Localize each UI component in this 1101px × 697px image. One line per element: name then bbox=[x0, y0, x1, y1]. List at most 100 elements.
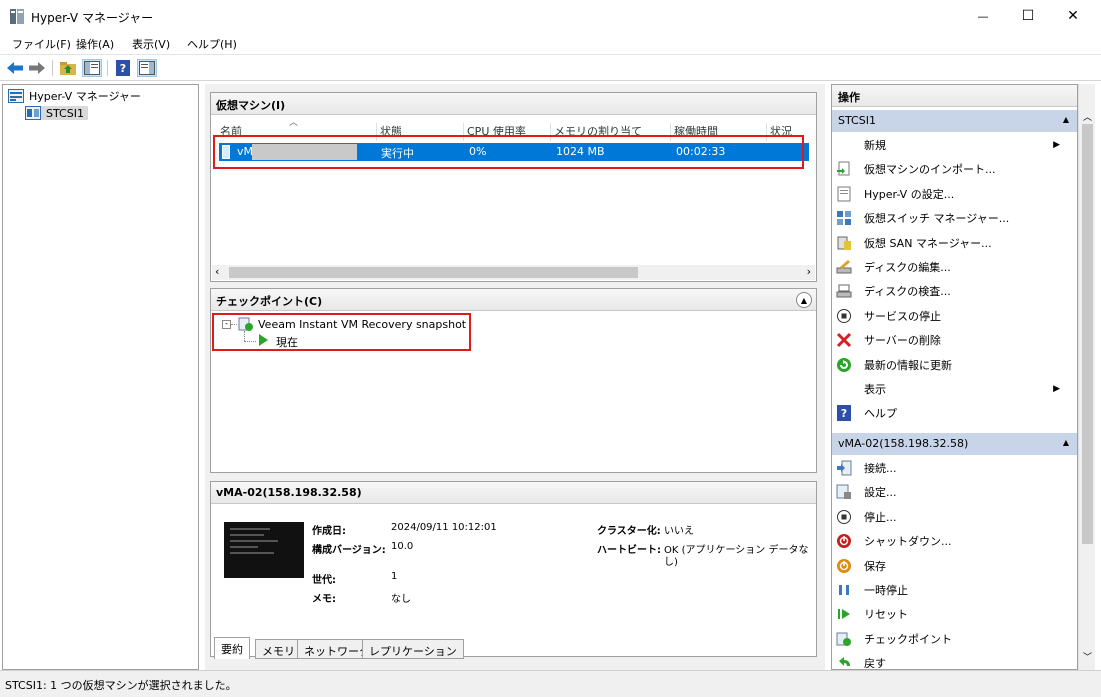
scroll-left-icon[interactable]: ‹ bbox=[215, 265, 219, 278]
shutdown-icon bbox=[836, 533, 852, 549]
show-hide-actions-icon[interactable] bbox=[137, 59, 157, 77]
status-bar: STCSI1: 1 つの仮想マシンが選択されました。 bbox=[0, 670, 1101, 697]
heartbeat-label: ハートビート: bbox=[597, 545, 661, 556]
save-icon bbox=[836, 558, 852, 574]
action-label: ディスクの検査... bbox=[864, 285, 951, 299]
action-server_items-6[interactable]: ディスクの検査... bbox=[836, 280, 1066, 302]
actions-title: 操作 bbox=[832, 85, 1077, 107]
action-label: 仮想マシンのインポート... bbox=[864, 163, 996, 177]
action-vm_items-7[interactable]: チェックポイント bbox=[836, 628, 1066, 650]
action-label: サービスの停止 bbox=[864, 309, 941, 323]
show-hide-tree-icon[interactable] bbox=[82, 59, 102, 77]
action-label: 新規 bbox=[864, 139, 886, 152]
actions-group-server[interactable]: STCSI1 ▲ bbox=[832, 110, 1077, 132]
close-button[interactable]: ✕ bbox=[1050, 0, 1096, 32]
inspect-disk-icon bbox=[836, 283, 852, 299]
action-label: 仮想 SAN マネージャー... bbox=[864, 236, 992, 250]
vm-settings-icon bbox=[836, 484, 852, 500]
tab-memory[interactable]: メモリ bbox=[255, 639, 302, 659]
server-icon bbox=[25, 106, 41, 120]
hyperv-app-icon bbox=[10, 9, 24, 24]
svg-text:?: ? bbox=[120, 62, 126, 75]
action-vm_items-0[interactable]: 接続... bbox=[836, 457, 1066, 479]
maximize-button[interactable]: ☐ bbox=[1005, 0, 1051, 32]
scroll-up-icon[interactable]: ︿ bbox=[1083, 110, 1092, 123]
collapse-group-icon[interactable]: ▲ bbox=[1063, 438, 1069, 447]
stop-icon bbox=[836, 308, 852, 324]
settings-doc-icon bbox=[836, 186, 852, 202]
navigation-tree: Hyper-V マネージャー STCSI1 bbox=[2, 84, 199, 670]
highlight-box-vm bbox=[213, 135, 804, 169]
cluster-label: クラスター化: bbox=[597, 526, 661, 537]
action-server_items-8[interactable]: サーバーの削除 bbox=[836, 329, 1066, 351]
revert-icon bbox=[836, 655, 852, 671]
help-icon[interactable]: ? bbox=[113, 59, 133, 77]
action-vm_items-4[interactable]: 保存 bbox=[836, 555, 1066, 577]
action-server_items-10[interactable]: 表示 ▶ bbox=[836, 378, 1066, 400]
scroll-thumb[interactable] bbox=[229, 267, 638, 278]
action-server_items-9[interactable]: 最新の情報に更新 bbox=[836, 354, 1066, 376]
menu-bar: ファイル(F) 操作(A) 表示(V) ヘルプ(H) bbox=[0, 32, 1101, 54]
heartbeat-value-line1: OK (アプリケーション データな bbox=[664, 545, 809, 556]
created-label: 作成日: bbox=[312, 526, 346, 537]
vm-thumbnail bbox=[224, 522, 304, 578]
action-label: 仮想スイッチ マネージャー... bbox=[864, 212, 1010, 226]
tree-server-label: STCSI1 bbox=[46, 106, 84, 120]
actions-vertical-scrollbar[interactable]: ︿ ﹀ bbox=[1078, 84, 1095, 670]
actions-group-vm[interactable]: vMA-02(158.198.32.58) ▲ bbox=[832, 433, 1077, 455]
tab-replication[interactable]: レプリケーション bbox=[362, 639, 464, 659]
action-label: 保存 bbox=[864, 559, 886, 573]
actions-pane: 操作 STCSI1 ▲ 新規 ▶ 仮想マシンのインポート... Hyper-V の設定… bbox=[831, 84, 1078, 670]
tree-root-hyperv-manager[interactable]: Hyper-V マネージャー bbox=[8, 88, 141, 104]
action-vm_items-3[interactable]: シャットダウン... bbox=[836, 530, 1066, 552]
menu-action[interactable]: 操作(A) bbox=[76, 36, 114, 52]
generation-label: 世代: bbox=[312, 575, 336, 586]
tree-server-stcsi1[interactable]: STCSI1 bbox=[25, 106, 88, 120]
vm-horizontal-scrollbar[interactable]: ‹ › bbox=[212, 265, 815, 280]
refresh-icon bbox=[836, 357, 852, 373]
collapse-group-icon[interactable]: ▲ bbox=[1063, 115, 1069, 124]
action-vm_items-6[interactable]: リセット bbox=[836, 603, 1066, 625]
tab-summary[interactable]: 要約 bbox=[214, 637, 250, 659]
status-text: STCSI1: 1 つの仮想マシンが選択されました。 bbox=[5, 679, 237, 692]
action-label: 一時停止 bbox=[864, 584, 908, 597]
action-server_items-1[interactable]: 仮想マシンのインポート... bbox=[836, 158, 1066, 180]
action-label: 戻す bbox=[864, 657, 886, 671]
menu-view[interactable]: 表示(V) bbox=[132, 36, 170, 52]
center-pane: 仮想マシン(I) ︿ 名前 状態 CPU 使用率 メモリの割り当て 稼働時間 状… bbox=[205, 84, 825, 670]
generation-value: 1 bbox=[391, 571, 398, 582]
menu-help[interactable]: ヘルプ(H) bbox=[187, 36, 237, 52]
action-vm_items-5[interactable]: 一時停止 bbox=[836, 579, 1066, 601]
notes-value: なし bbox=[391, 594, 411, 605]
checkpoint-panel: チェックポイント(C) ▲ - Veeam Instant VM Recover… bbox=[210, 288, 817, 473]
action-server_items-11[interactable]: ? ヘルプ bbox=[836, 402, 1066, 424]
config-version-value: 10.0 bbox=[391, 541, 414, 552]
notes-label: メモ: bbox=[312, 594, 336, 605]
details-panel: vMA-02(158.198.32.58) 作成日: 2024/09/11 10… bbox=[210, 481, 817, 657]
submenu-arrow-icon: ▶ bbox=[1053, 384, 1060, 394]
action-label: リセット bbox=[864, 608, 908, 622]
actions-group-vm-label: vMA-02(158.198.32.58) bbox=[838, 437, 969, 450]
up-folder-icon[interactable] bbox=[58, 59, 78, 77]
back-arrow-icon[interactable] bbox=[5, 59, 25, 77]
action-server_items-0[interactable]: 新規 ▶ bbox=[836, 134, 1066, 156]
action-server_items-5[interactable]: ディスクの編集... bbox=[836, 256, 1066, 278]
action-server_items-7[interactable]: サービスの停止 bbox=[836, 305, 1066, 327]
action-vm_items-1[interactable]: 設定... bbox=[836, 481, 1066, 503]
action-label: 停止... bbox=[864, 510, 897, 524]
action-label: チェックポイント bbox=[864, 632, 952, 646]
action-label: 設定... bbox=[864, 486, 897, 500]
action-server_items-2[interactable]: Hyper-V の設定... bbox=[836, 183, 1066, 205]
stop-icon bbox=[836, 509, 852, 525]
action-server_items-3[interactable]: 仮想スイッチ マネージャー... bbox=[836, 207, 1066, 229]
collapse-panel-icon[interactable]: ▲ bbox=[796, 292, 812, 308]
scroll-right-icon[interactable]: › bbox=[807, 265, 811, 278]
scroll-thumb[interactable] bbox=[1082, 124, 1093, 544]
menu-file[interactable]: ファイル(F) bbox=[12, 36, 71, 52]
forward-arrow-icon[interactable] bbox=[27, 59, 47, 77]
action-vm_items-2[interactable]: 停止... bbox=[836, 506, 1066, 528]
blank-icon bbox=[836, 381, 852, 397]
action-server_items-4[interactable]: 仮想 SAN マネージャー... bbox=[836, 232, 1066, 254]
scroll-down-icon[interactable]: ﹀ bbox=[1083, 650, 1092, 663]
minimize-button[interactable]: — bbox=[960, 0, 1006, 32]
